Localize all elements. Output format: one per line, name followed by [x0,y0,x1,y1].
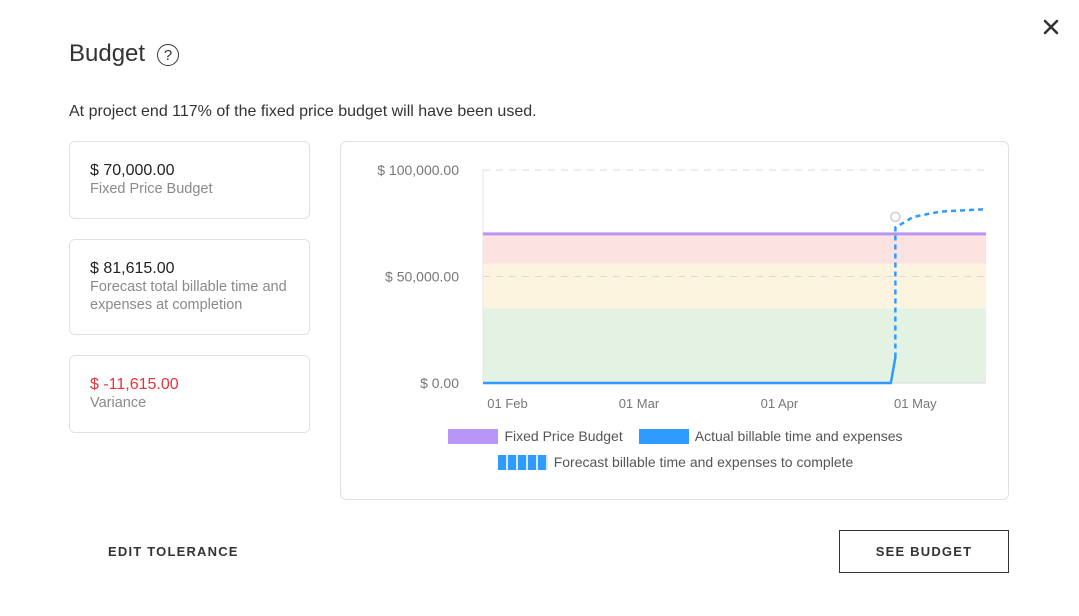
chart-legend-row-2: Forecast billable time and expenses to c… [341,454,1010,470]
chart-svg: $ 100,000.00 $ 50,000.00 $ 0.00 01 Feb 01 Ma… [377,162,987,411]
modal-title: Budget [69,40,146,67]
legend-label-budget: Fixed Price Budget [504,428,623,444]
see-budget-button[interactable]: SEE BUDGET [839,530,1009,573]
card-forecast-total: $ 81,615.00 Forecast total billable time… [69,239,310,335]
forecast-start-marker [890,211,901,223]
x-tick-label: 01 Mar [619,396,660,411]
help-icon[interactable]: ? [157,44,180,66]
tolerance-band-1 [483,263,986,309]
card-value: $ 70,000.00 [90,162,175,179]
x-tick-label: 01 Apr [761,396,799,411]
budget-chart: $ 100,000.00 $ 50,000.00 $ 0.00 01 Feb 01 Ma… [340,141,1009,500]
legend-item-forecast[interactable]: Forecast billable time and expenses to c… [497,454,854,470]
close-icon [1043,19,1059,35]
legend-swatch-actual [638,428,689,444]
x-tick-label: 01 May [894,396,937,411]
card-fixed-price-budget: $ 70,000.00 Fixed Price Budget [69,141,310,219]
legend-item-actual[interactable]: Actual billable time and expenses [638,428,903,444]
legend-label-actual: Actual billable time and expenses [694,428,903,444]
tolerance-band-2 [483,233,986,264]
y-tick-label: $ 0.00 [420,375,459,391]
card-label: Fixed Price Budget [90,181,213,197]
edit-tolerance-button[interactable]: EDIT TOLERANCE [108,544,239,559]
modal-header: Budget ? [69,40,180,68]
x-tick-label: 01 Feb [487,396,527,411]
budget-summary-text: At project end 117% of the fixed price b… [69,103,537,120]
close-button[interactable] [1038,14,1064,40]
legend-swatch-budget [448,428,499,444]
y-tick-label: $ 100,000.00 [377,162,459,178]
card-value: $ -11,615.00 [90,376,179,393]
chart-legend: Fixed Price Budget Actual billable time … [341,428,1010,444]
legend-swatch-forecast [497,454,548,470]
legend-item-budget[interactable]: Fixed Price Budget [448,428,623,444]
legend-label-forecast: Forecast billable time and expenses to c… [553,454,854,470]
card-label: Variance [90,395,147,411]
card-value: $ 81,615.00 [90,260,175,277]
card-variance: $ -11,615.00 Variance [69,355,310,433]
tolerance-band-0 [483,308,986,383]
card-label: Forecast total billable time and expense… [90,279,287,313]
y-tick-label: $ 50,000.00 [385,269,459,285]
